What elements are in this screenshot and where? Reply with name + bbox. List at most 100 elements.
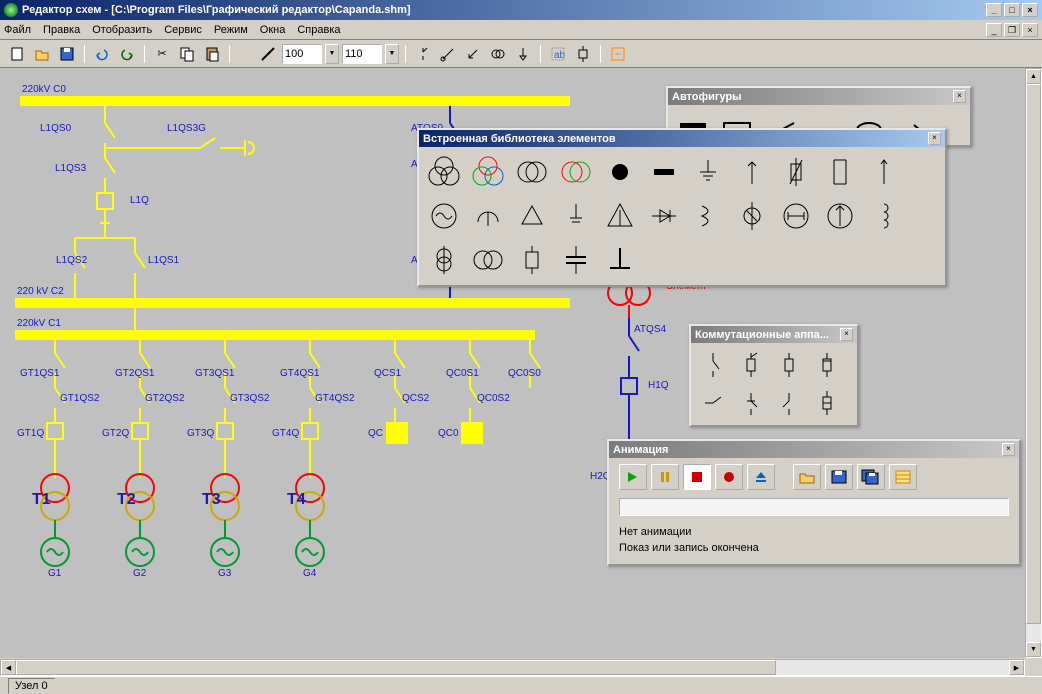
anim-settings-button[interactable] [889, 464, 917, 490]
close-button[interactable]: × [1022, 3, 1038, 17]
sym-arc[interactable] [467, 195, 509, 237]
sw-sw4[interactable] [809, 385, 845, 421]
load-tool[interactable] [512, 44, 534, 64]
menu-help[interactable]: Справка [297, 24, 340, 36]
sym-inductor[interactable] [863, 195, 905, 237]
zoom2-dropdown[interactable]: ▼ [385, 44, 399, 64]
sym-arrow-up[interactable] [731, 151, 773, 193]
anim-save-button[interactable] [825, 464, 853, 490]
scroll-h-thumb[interactable] [16, 660, 776, 675]
palette-library-close[interactable]: × [928, 132, 941, 145]
sym-generator[interactable] [423, 195, 465, 237]
transformer-tool[interactable] [487, 44, 509, 64]
sym-2winding-color[interactable] [555, 151, 597, 193]
zoom2-input[interactable] [342, 44, 382, 64]
busbar-c1[interactable] [15, 330, 535, 340]
sym-filled-circle[interactable] [599, 151, 641, 193]
scroll-down-button[interactable]: ▼ [1026, 642, 1041, 657]
sw-breaker3[interactable] [809, 347, 845, 383]
sw-disconnector[interactable] [695, 347, 731, 383]
sym-fuse[interactable] [775, 151, 817, 193]
cut-button[interactable]: ✂ [151, 44, 173, 64]
anim-eject-button[interactable] [747, 464, 775, 490]
scroll-v-thumb[interactable] [1026, 84, 1041, 624]
mdi-minimize-button[interactable]: _ [986, 23, 1002, 37]
menu-file[interactable]: Файл [4, 24, 31, 36]
save-button[interactable] [56, 44, 78, 64]
mdi-restore-button[interactable]: ❐ [1004, 23, 1020, 37]
lbl-GT2Q: GT2Q [102, 428, 129, 439]
sym-ground[interactable] [687, 151, 729, 193]
anim-pause-button[interactable] [651, 464, 679, 490]
undo-button[interactable] [91, 44, 113, 64]
line-tool[interactable] [257, 44, 279, 64]
breaker-tool[interactable] [412, 44, 434, 64]
palette-animation-close[interactable]: × [1002, 443, 1015, 456]
palette-switching[interactable]: Коммутационные аппа... × [689, 324, 859, 427]
maximize-button[interactable]: □ [1004, 3, 1020, 17]
new-button[interactable] [6, 44, 28, 64]
mdi-close-button[interactable]: × [1022, 23, 1038, 37]
copy-button[interactable] [176, 44, 198, 64]
sym-crossed-circle[interactable] [731, 195, 773, 237]
sym-delta-triangle[interactable] [599, 195, 641, 237]
scroll-right-button[interactable]: ▶ [1009, 660, 1024, 675]
sym-rectbox[interactable] [511, 239, 553, 281]
sym-perp[interactable] [599, 239, 641, 281]
sym-3winding-black[interactable] [423, 151, 465, 193]
sym-triangle[interactable] [511, 195, 553, 237]
zoom1-input[interactable] [282, 44, 322, 64]
redo-button[interactable] [116, 44, 138, 64]
sw-ground-switch[interactable] [695, 385, 731, 421]
sw-breaker2[interactable] [771, 347, 807, 383]
text-tool[interactable]: ab [547, 44, 569, 64]
sym-ground-short[interactable] [555, 195, 597, 237]
open-button[interactable] [31, 44, 53, 64]
sym-circle-arrow[interactable] [819, 195, 861, 237]
menu-service[interactable]: Сервис [164, 24, 202, 36]
sym-hbar[interactable] [775, 195, 817, 237]
sym-2winding-black[interactable] [511, 151, 553, 193]
sym-bracket[interactable] [819, 151, 861, 193]
anim-input[interactable] [619, 498, 1009, 516]
menu-view[interactable]: Отобразить [92, 24, 152, 36]
anim-record-button[interactable] [715, 464, 743, 490]
group-tool[interactable] [607, 44, 629, 64]
scroll-up-button[interactable]: ▲ [1026, 69, 1041, 84]
sym-diode[interactable] [643, 195, 685, 237]
sw-sw3[interactable] [771, 385, 807, 421]
anim-open-button[interactable] [793, 464, 821, 490]
palette-autoshapes-close[interactable]: × [953, 90, 966, 103]
anim-save-all-button[interactable] [857, 464, 885, 490]
scrollbar-vertical[interactable]: ▲ ▼ [1025, 68, 1042, 658]
node-tool[interactable] [572, 44, 594, 64]
disconnector-tool[interactable] [437, 44, 459, 64]
scroll-left-button[interactable]: ◀ [1, 660, 16, 675]
sym-2circle-h[interactable] [467, 239, 509, 281]
sym-arrow-thin[interactable] [863, 151, 905, 193]
busbar-c0[interactable] [20, 96, 570, 106]
sym-3winding-red[interactable] [467, 151, 509, 193]
lbl-T2: T2 [117, 491, 136, 509]
sym-ct[interactable] [423, 239, 465, 281]
menu-windows[interactable]: Окна [260, 24, 286, 36]
menu-mode[interactable]: Режим [214, 24, 248, 36]
paste-button[interactable] [201, 44, 223, 64]
zoom1-dropdown[interactable]: ▼ [325, 44, 339, 64]
ground-tool[interactable] [462, 44, 484, 64]
sw-breaker1[interactable] [733, 347, 769, 383]
sym-thick-bar[interactable] [643, 151, 685, 193]
palette-library[interactable]: Встроенная библиотека элементов × [417, 128, 947, 287]
menu-edit[interactable]: Правка [43, 24, 80, 36]
palette-switching-close[interactable]: × [840, 328, 853, 341]
sw-sw2[interactable] [733, 385, 769, 421]
anim-stop-button[interactable] [683, 464, 711, 490]
busbar-c2[interactable] [15, 298, 570, 308]
lbl-G3: G3 [218, 568, 231, 579]
minimize-button[interactable]: _ [986, 3, 1002, 17]
scrollbar-horizontal[interactable]: ◀ ▶ [0, 659, 1025, 676]
palette-animation[interactable]: Анимация × Нет анимации Показ или запись… [607, 439, 1021, 566]
anim-play-button[interactable] [619, 464, 647, 490]
sym-capacitor[interactable] [555, 239, 597, 281]
sym-susceptance[interactable] [687, 195, 729, 237]
